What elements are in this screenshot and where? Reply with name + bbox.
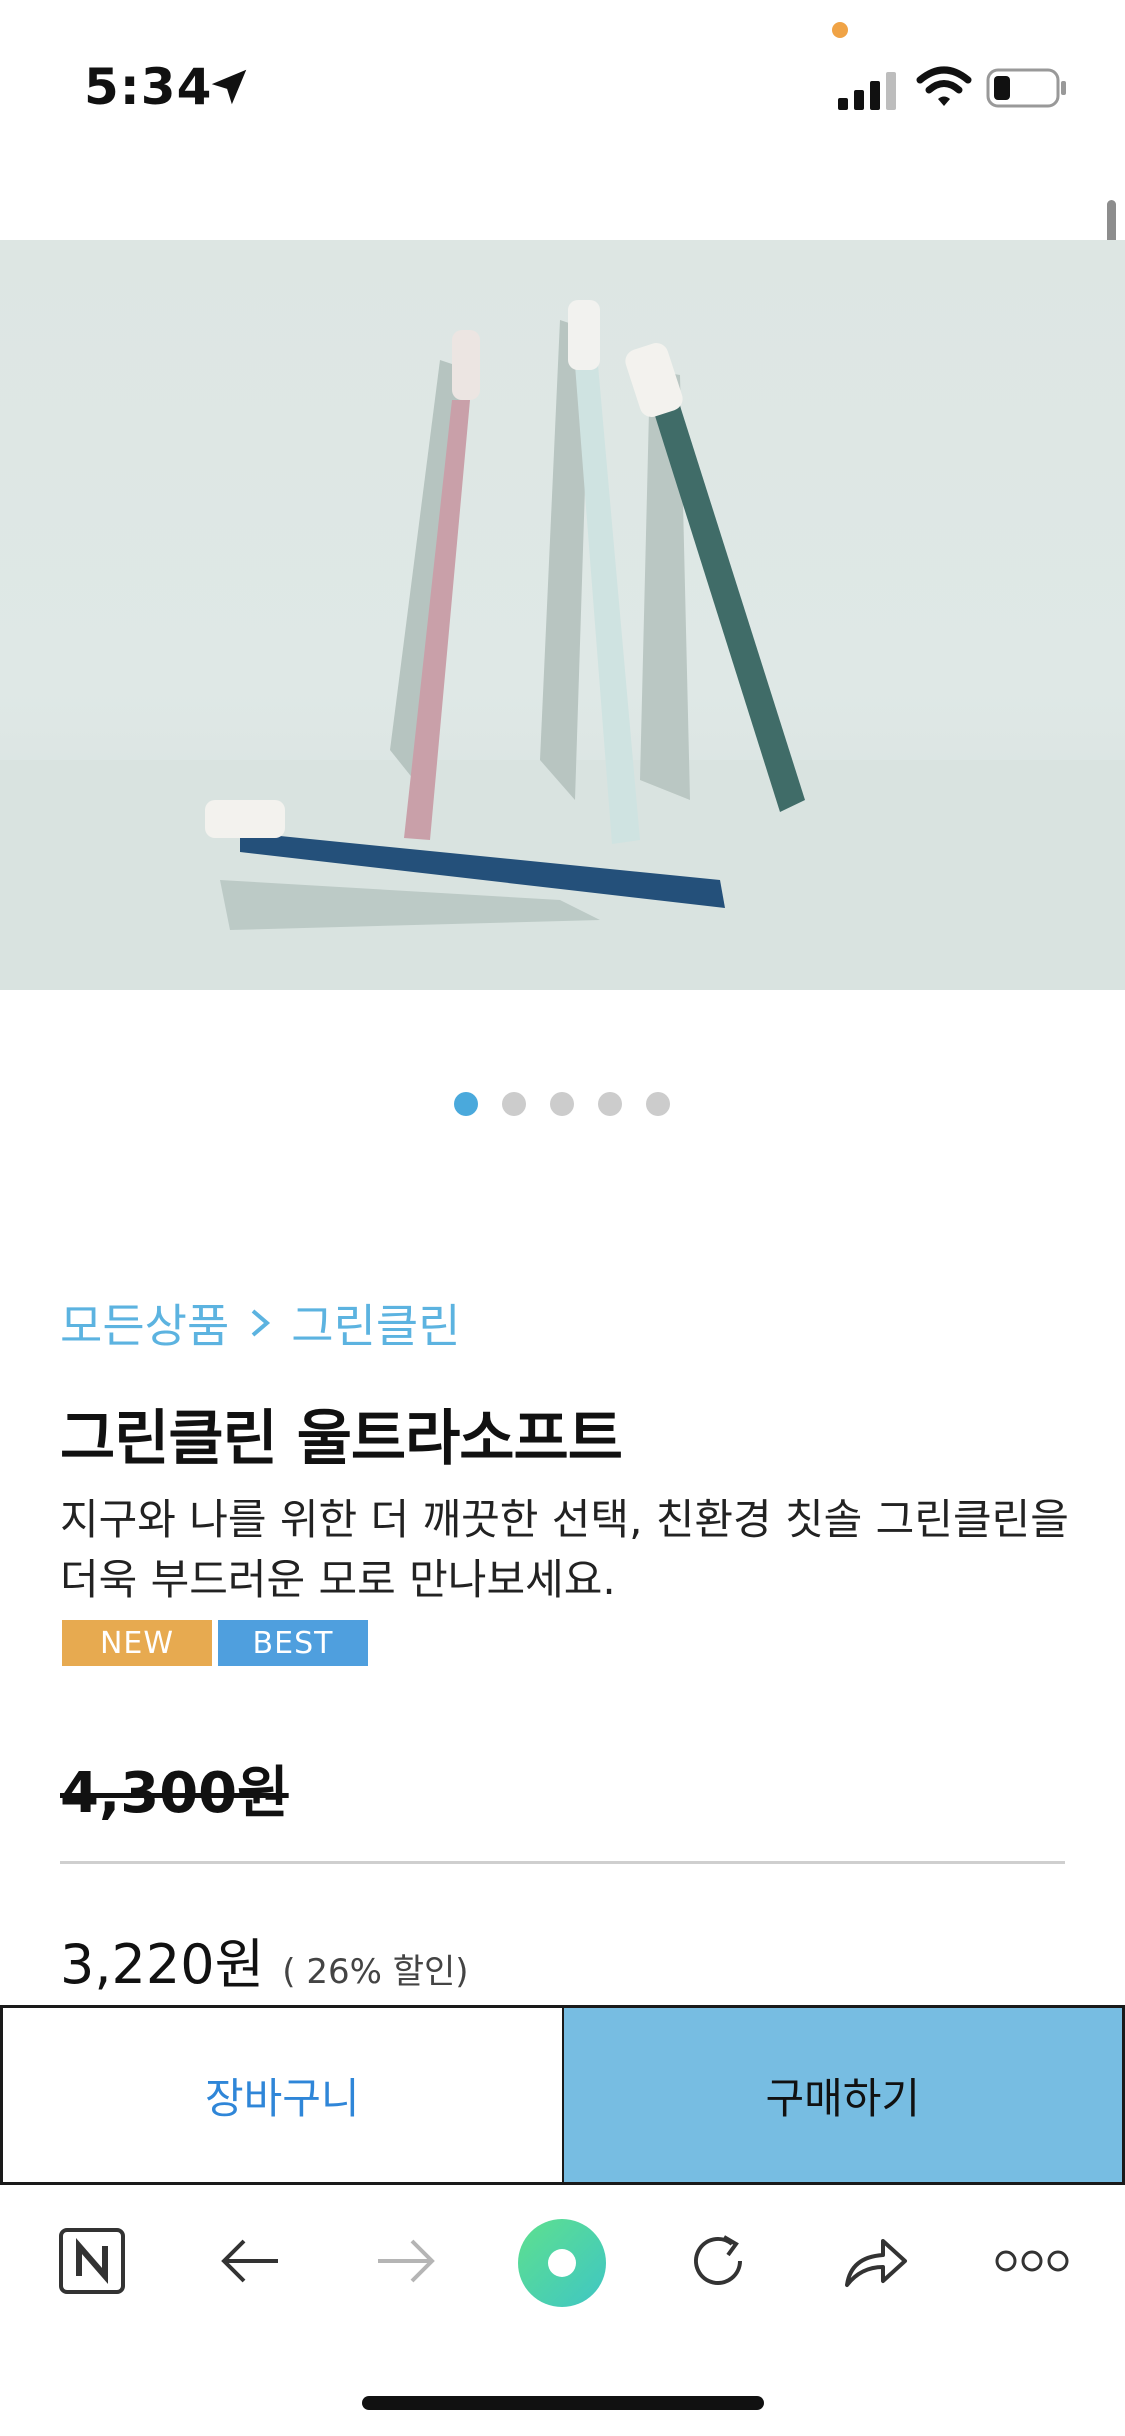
status-time: 5:34 xyxy=(84,58,213,116)
product-image[interactable] xyxy=(0,240,1125,990)
more-icon[interactable] xyxy=(992,2221,1072,2301)
breadcrumb: 모든상품 그린클린 xyxy=(60,1290,461,1356)
cart-button[interactable]: 장바구니 xyxy=(0,2005,563,2185)
browser-toolbar xyxy=(0,2185,1125,2335)
breadcrumb-root[interactable]: 모든상품 xyxy=(60,1290,229,1356)
home-indicator[interactable] xyxy=(362,2396,764,2410)
next-image-arrow-icon[interactable] xyxy=(1030,575,1125,990)
share-icon[interactable] xyxy=(836,2221,916,2301)
status-bar: 5:34 xyxy=(0,0,1125,160)
carousel-dot[interactable] xyxy=(646,1092,670,1116)
carousel-dot[interactable] xyxy=(550,1092,574,1116)
new-badge: NEW xyxy=(62,1620,212,1666)
sale-price-row: 3,220원 ( 26% 할인) xyxy=(60,1920,469,1999)
best-badge: BEST xyxy=(218,1620,368,1666)
action-bar: 장바구니 구매하기 xyxy=(0,2005,1125,2185)
discount-note: ( 26% 할인) xyxy=(282,1952,469,1992)
location-arrow-icon xyxy=(211,69,247,105)
toothbrush-photo xyxy=(0,240,1125,990)
sale-price: 3,220원 xyxy=(60,1933,265,1996)
back-arrow-icon[interactable] xyxy=(210,2221,290,2301)
battery-icon xyxy=(986,68,1066,108)
refresh-icon[interactable] xyxy=(678,2221,758,2301)
product-description: 지구와 나를 위한 더 깨끗한 선택, 친환경 칫솔 그린클린을 더욱 부드러운… xyxy=(60,1495,1069,1604)
cellular-signal-icon xyxy=(838,72,896,110)
naver-home-icon[interactable] xyxy=(52,2221,132,2301)
recording-indicator xyxy=(832,22,848,38)
product-title: 그린클린 울트라소프트 xyxy=(60,1404,623,1474)
wifi-icon xyxy=(916,66,972,106)
forward-arrow-icon[interactable] xyxy=(366,2221,446,2301)
price-divider xyxy=(60,1861,1065,1864)
original-price: 4,300원 xyxy=(60,1761,289,1826)
green-dot-icon[interactable] xyxy=(512,2213,612,2313)
breadcrumb-current[interactable]: 그린클린 xyxy=(291,1290,460,1356)
carousel-dot[interactable] xyxy=(454,1092,478,1116)
badges: NEW BEST xyxy=(62,1620,368,1666)
chevron-right-icon xyxy=(251,1309,271,1337)
carousel-dots xyxy=(454,1092,670,1116)
carousel-dot[interactable] xyxy=(598,1092,622,1116)
carousel-dot[interactable] xyxy=(502,1092,526,1116)
buy-button[interactable]: 구매하기 xyxy=(562,2005,1125,2185)
